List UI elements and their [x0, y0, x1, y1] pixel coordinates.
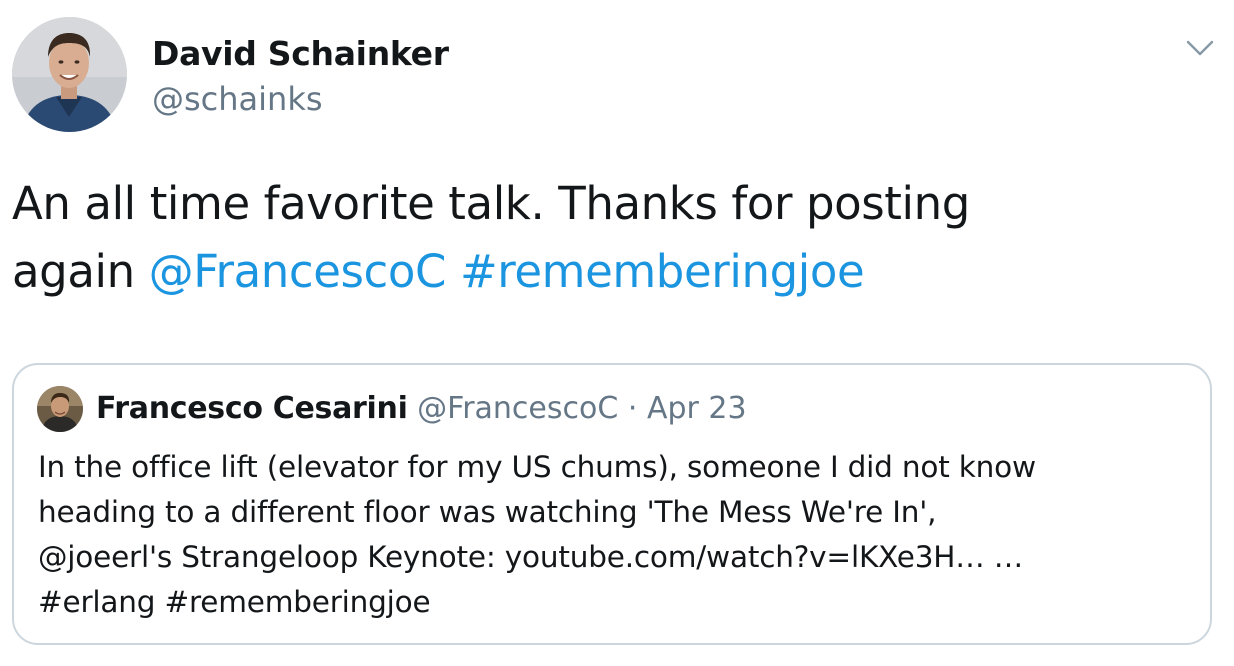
- avatar-image: [12, 17, 127, 132]
- tweet-card: David Schainker @schainks An all time fa…: [0, 0, 1234, 666]
- quoted-text-line3: @joeerl's Strangeloop Keynote: youtube.c…: [38, 535, 1188, 580]
- quoted-mention[interactable]: @joeerl: [38, 540, 149, 574]
- author-display-name[interactable]: David Schainker: [152, 34, 449, 73]
- quoted-hashtag-rememberingjoe[interactable]: #rememberingjoe: [164, 585, 430, 619]
- quoted-text-line2: heading to a different floor was watchin…: [38, 495, 937, 529]
- quoted-separator: ·: [627, 391, 638, 426]
- mention-link[interactable]: @FrancescoC: [149, 245, 447, 298]
- quoted-text: In the office lift (elevator for my US c…: [38, 445, 1188, 625]
- quoted-avatar[interactable]: [37, 386, 83, 432]
- chevron-down-icon[interactable]: [1184, 36, 1216, 60]
- quoted-text-line4: #erlang #rememberingjoe: [38, 580, 1188, 625]
- author-handle[interactable]: @schainks: [152, 80, 323, 118]
- quoted-handle[interactable]: @FrancescoC: [417, 391, 618, 426]
- quoted-avatar-image: [37, 386, 83, 432]
- avatar[interactable]: [12, 17, 127, 132]
- quoted-tweet[interactable]: Francesco Cesarini @FrancescoC · Apr 23 …: [12, 363, 1212, 645]
- tweet-text-line1: An all time favorite talk. Thanks for po…: [12, 177, 970, 230]
- quoted-ellipsis: …: [984, 540, 1024, 574]
- quoted-date[interactable]: Apr 23: [647, 391, 747, 426]
- tweet-text-line2: again: [12, 245, 149, 298]
- quoted-hashtag-erlang[interactable]: #erlang: [38, 585, 155, 619]
- tweet-text: An all time favorite talk. Thanks for po…: [12, 170, 1192, 306]
- quoted-display-name[interactable]: Francesco Cesarini: [96, 391, 408, 426]
- hashtag-link[interactable]: #rememberingjoe: [460, 245, 865, 298]
- quoted-youtube-link[interactable]: youtube.com/watch?v=lKXe3H…: [505, 540, 985, 574]
- quoted-header: Francesco Cesarini @FrancescoC · Apr 23: [96, 389, 747, 429]
- quoted-text-line3-middle: 's Strangeloop Keynote:: [148, 540, 505, 574]
- quoted-text-line1: In the office lift (elevator for my US c…: [38, 450, 1036, 484]
